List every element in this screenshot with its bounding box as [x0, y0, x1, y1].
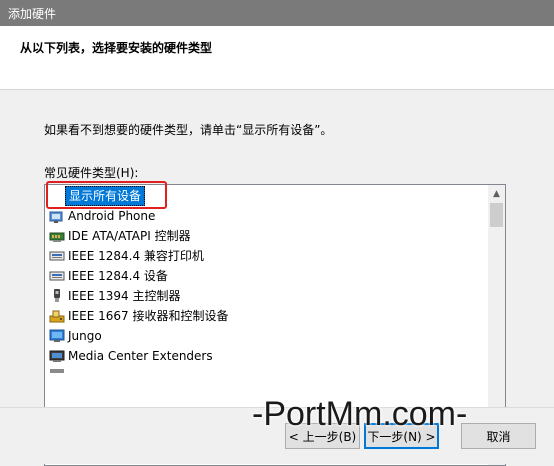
- list-item-label: IDE ATA/ATAPI 控制器: [68, 229, 191, 243]
- window-title: 添加硬件: [8, 7, 57, 21]
- list-item-ide-ata-atapi[interactable]: IDE ATA/ATAPI 控制器: [49, 226, 191, 246]
- printer-port-icon: [49, 268, 65, 284]
- device-icon: [49, 208, 65, 224]
- list-item-label: IEEE 1394 主控制器: [68, 289, 181, 303]
- list-item-label: Media Center Extenders: [68, 349, 213, 363]
- wizard-content: 如果看不到想要的硬件类型，请单击“显示所有设备”。 常见硬件类型(H): 显示所…: [0, 90, 554, 466]
- instruction-text: 如果看不到想要的硬件类型，请单击“显示所有设备”。: [44, 123, 333, 137]
- monitor-icon: [49, 328, 65, 344]
- hardware-list-label: 常见硬件类型(H):: [44, 166, 139, 180]
- wizard-header: 从以下列表，选择要安装的硬件类型: [0, 26, 554, 90]
- list-item-label: IEEE 1667 接收器和控制设备: [68, 309, 229, 323]
- list-item-jungo[interactable]: Jungo: [49, 326, 102, 346]
- printer-port-icon: [49, 248, 65, 264]
- next-button[interactable]: 下一步(N) >: [364, 423, 439, 449]
- list-item-ieee-1284-printer[interactable]: IEEE 1284.4 兼容打印机: [49, 246, 204, 266]
- list-item-ieee-1284-device[interactable]: IEEE 1284.4 设备: [49, 266, 168, 286]
- title-bar: 添加硬件: [0, 0, 554, 26]
- list-item-ieee-1667[interactable]: IEEE 1667 接收器和控制设备: [49, 306, 228, 326]
- wizard-footer: < 上一步(B) 下一步(N) > 取消: [0, 407, 554, 464]
- list-item-label: Jungo: [68, 329, 102, 343]
- list-item-label: Android Phone: [68, 209, 156, 223]
- list-item-label: IEEE 1284.4 兼容打印机: [68, 249, 204, 263]
- list-item-media-center-extenders[interactable]: Media Center Extenders: [49, 346, 213, 366]
- list-item-android-phone[interactable]: Android Phone: [49, 206, 155, 226]
- list-item-partial: [49, 366, 68, 386]
- ide-controller-icon: [49, 228, 65, 244]
- receiver-icon: [49, 308, 65, 324]
- cancel-button[interactable]: 取消: [461, 423, 536, 449]
- device-icon: [49, 368, 65, 384]
- scrollbar-thumb[interactable]: [490, 203, 503, 227]
- list-item-label: IEEE 1284.4 设备: [68, 269, 168, 283]
- page-heading: 从以下列表，选择要安装的硬件类型: [20, 41, 213, 55]
- firewire-icon: [49, 288, 65, 304]
- scroll-up-arrow-icon[interactable]: ▲: [488, 185, 505, 202]
- annotation-highlight-box: [46, 181, 167, 209]
- list-item-ieee-1394[interactable]: IEEE 1394 主控制器: [49, 286, 180, 306]
- media-center-icon: [49, 348, 65, 364]
- back-button[interactable]: < 上一步(B): [285, 423, 360, 449]
